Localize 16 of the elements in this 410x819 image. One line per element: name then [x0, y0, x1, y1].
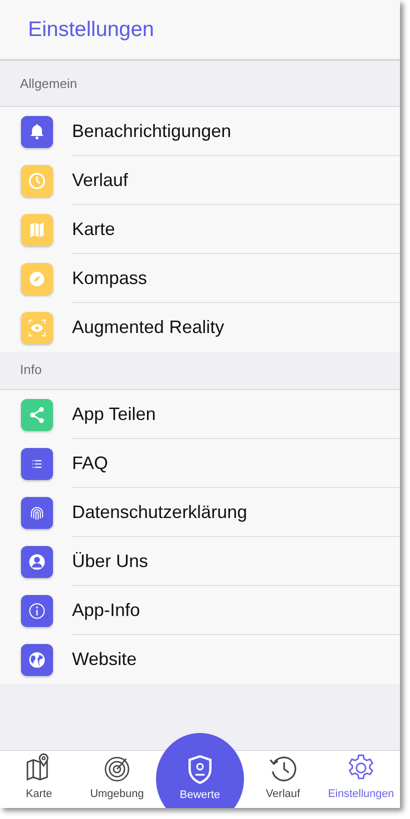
settings-item[interactable]: Website — [72, 646, 137, 673]
center-tab-button[interactable]: Bewerte — [156, 733, 244, 808]
settings-item[interactable]: App-Info — [72, 596, 140, 624]
section-header: Info — [20, 360, 42, 378]
tab[interactable]: Umgebung — [78, 751, 156, 808]
settings-item[interactable]: Kompass — [72, 264, 148, 292]
settings-item[interactable]: App Teilen — [72, 400, 156, 428]
settings-item[interactable]: FAQ — [72, 450, 108, 476]
settings-item[interactable]: Über Uns — [72, 548, 148, 574]
tab[interactable]: Karte — [0, 751, 78, 808]
settings-item[interactable]: Karte — [72, 216, 116, 242]
tab[interactable]: Einstellungen — [322, 751, 400, 808]
section-header: Allgemein — [20, 74, 78, 93]
page-title: Einstellungen — [28, 16, 154, 43]
tab[interactable]: Verlauf — [244, 751, 322, 808]
settings-item[interactable]: Verlauf — [72, 166, 128, 194]
